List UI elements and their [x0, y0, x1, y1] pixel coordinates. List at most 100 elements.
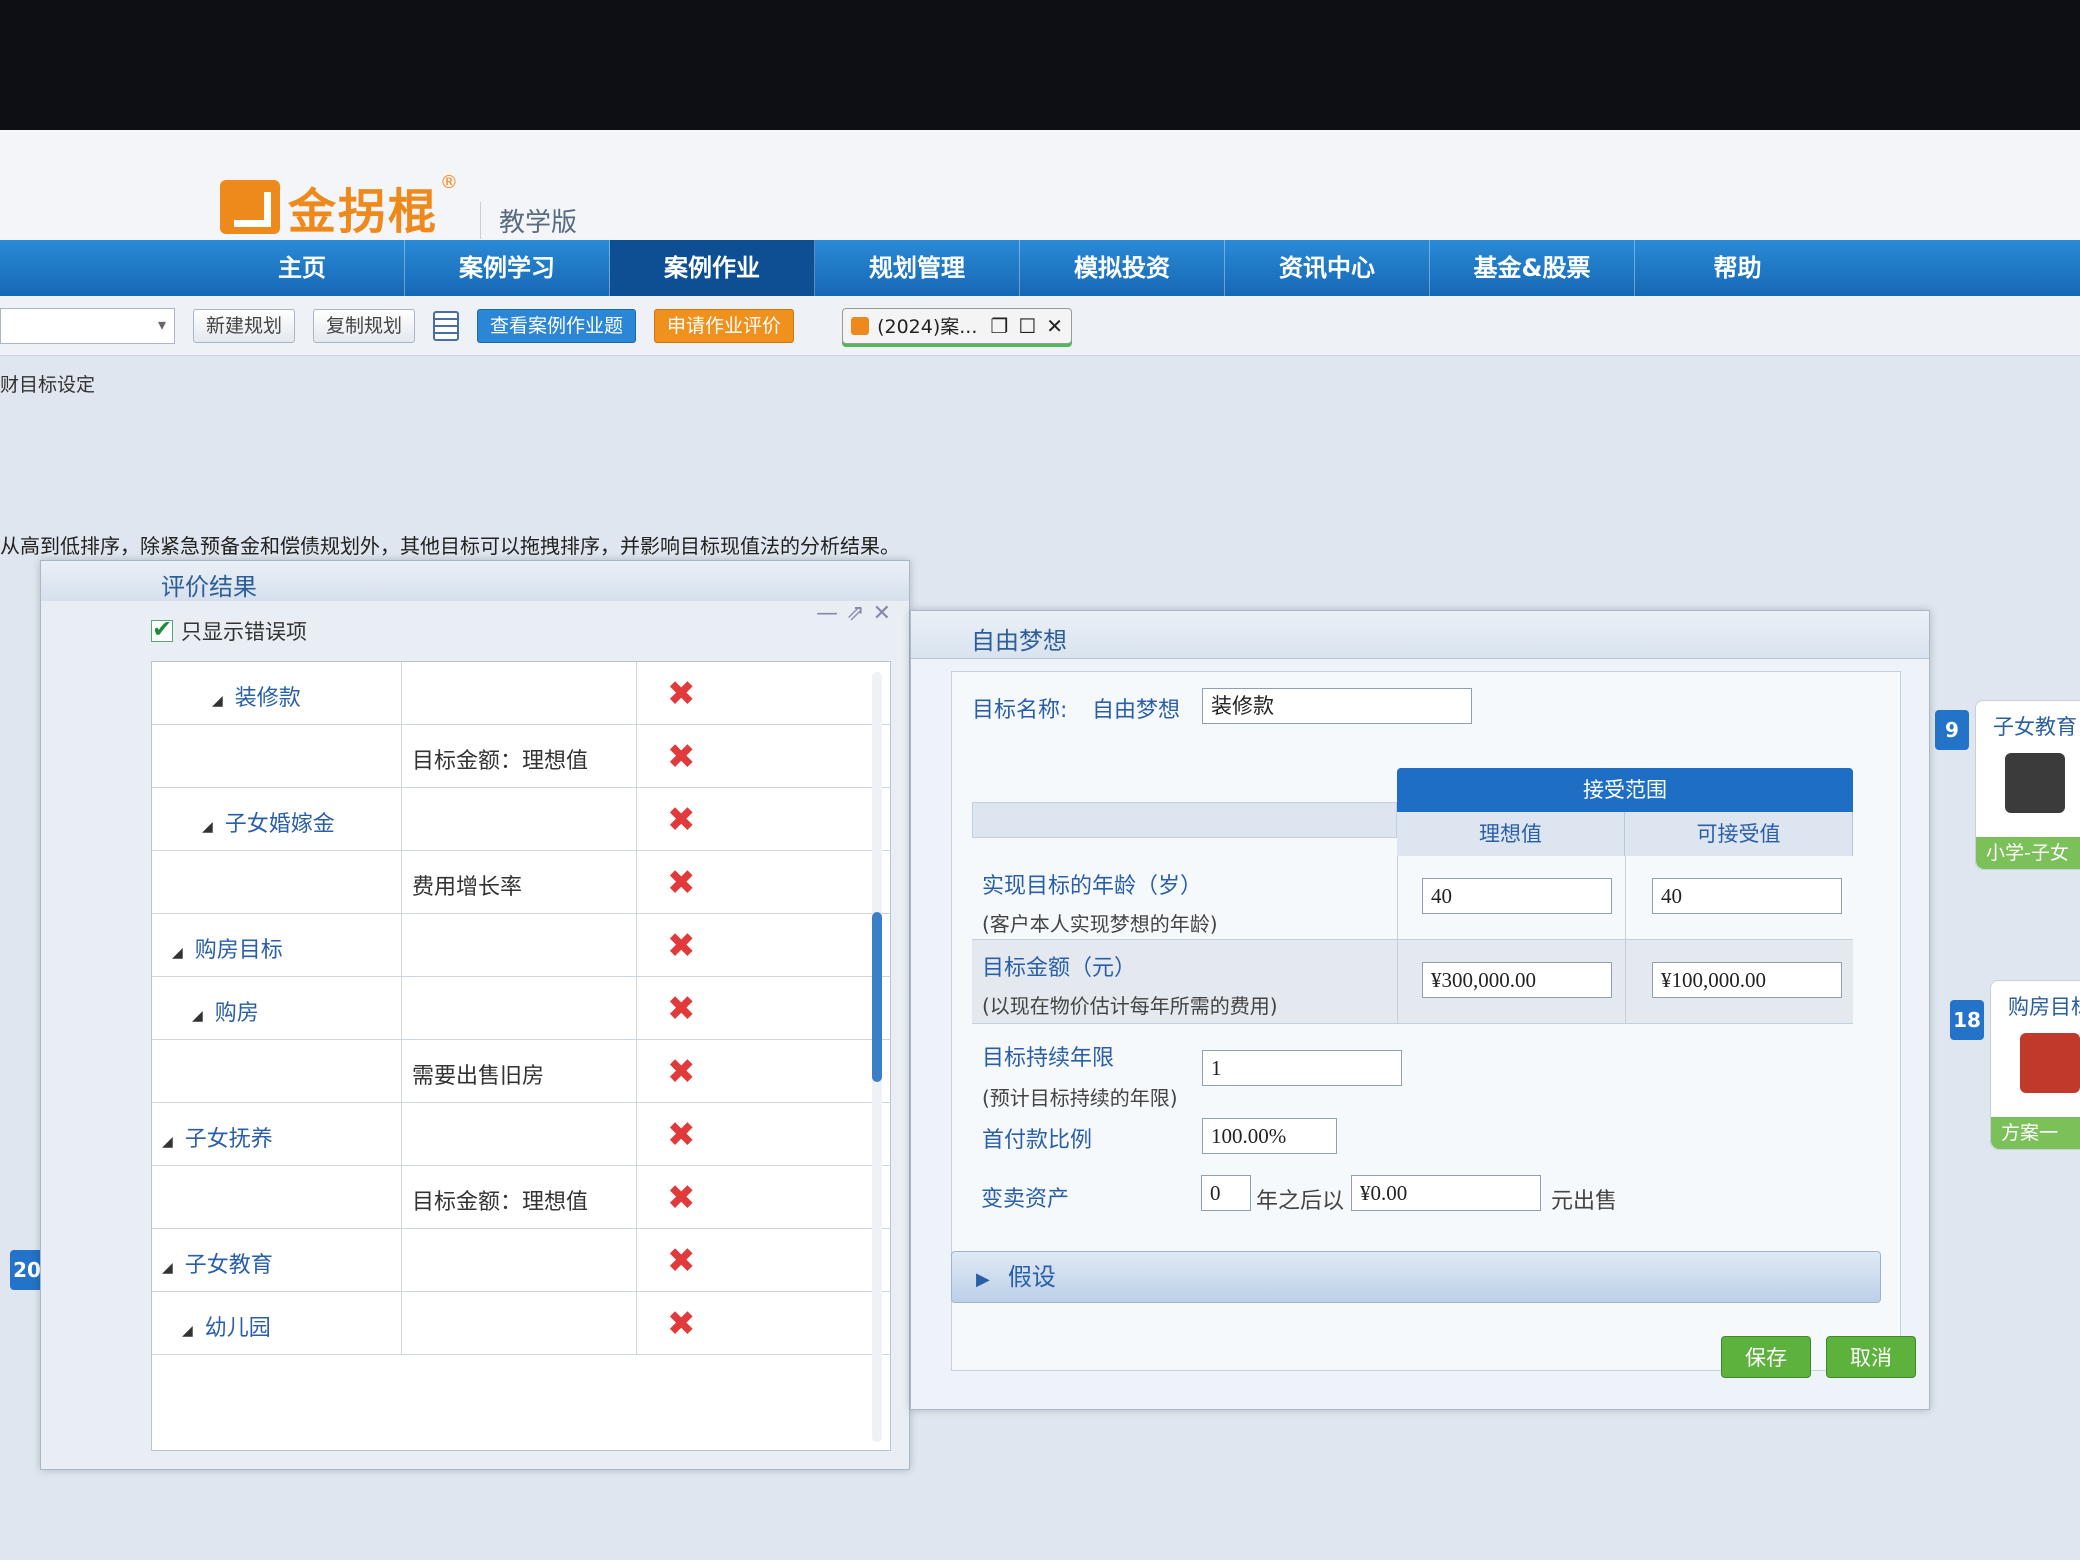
expand-triangle-icon[interactable]: ◢ — [162, 1260, 173, 1276]
tree-label: 装修款 — [234, 686, 301, 711]
error-mark-icon: ✖ — [667, 674, 696, 714]
panel-controls: —⇗✕ — [816, 601, 899, 626]
app-logo-icon — [851, 316, 870, 335]
only-errors-checkbox[interactable] — [151, 615, 173, 643]
table-row[interactable]: 需要出售旧房 ✖ — [152, 1040, 890, 1103]
item-cell — [402, 1229, 637, 1291]
window-controls: ❐ ☐ ✕ — [990, 314, 1063, 338]
only-errors-label: 只显示错误项 — [181, 620, 307, 644]
expand-triangle-icon[interactable]: ◢ — [202, 819, 213, 835]
nav-help[interactable]: 帮助 — [1635, 240, 1840, 296]
expand-triangle-icon[interactable]: ◢ — [172, 945, 183, 961]
sell-years-input[interactable]: 0 — [1201, 1175, 1251, 1211]
goal-name-prefix: 自由梦想 — [1092, 698, 1181, 723]
goal-card-foot: 小学-子女 — [1976, 837, 2080, 869]
tree-label: 购房目标 — [194, 938, 283, 963]
sell-amount-input[interactable]: ¥0.00 — [1351, 1175, 1541, 1211]
error-mark-icon: ✖ — [667, 1178, 696, 1218]
edition-label: 教学版 — [480, 202, 577, 239]
close-icon[interactable]: ✕ — [1046, 314, 1063, 338]
nav-home[interactable]: 主页 — [200, 240, 405, 296]
goal-card-title: 子女教育 — [1993, 715, 2077, 739]
table-row[interactable]: ◢ 购房目标 ✖ — [152, 914, 890, 977]
plan-select[interactable] — [0, 307, 175, 344]
table-row[interactable]: 目标金额：理想值 ✖ — [152, 725, 890, 788]
taskbar-window-tab[interactable]: (2024)案... ❐ ☐ ✕ — [842, 307, 1073, 344]
ideal-column-header: 理想值 — [1397, 812, 1625, 856]
age-ideal-input[interactable]: 40 — [1422, 878, 1612, 914]
tree-label: 购房 — [214, 1001, 259, 1026]
dialog-title: 自由梦想 — [971, 627, 1067, 655]
tree-cell: ◢ 装修款 — [152, 662, 402, 724]
table-row[interactable]: ◢ 子女婚嫁金 ✖ — [152, 788, 890, 851]
table-row[interactable]: ◢ 购房 ✖ — [152, 977, 890, 1040]
close-icon[interactable]: ✕ — [873, 601, 899, 626]
table-row[interactable]: 目标金额：理想值 ✖ — [152, 1166, 890, 1229]
age-acceptable-input[interactable]: 40 — [1652, 878, 1842, 914]
tree-cell: ◢ 子女教育 — [152, 1229, 402, 1291]
house-icon — [2020, 1033, 2080, 1093]
only-errors-toggle[interactable]: 只显示错误项 — [151, 615, 307, 646]
duration-stepper[interactable]: 1 — [1202, 1050, 1402, 1086]
save-button[interactable]: 保存 — [1721, 1336, 1811, 1378]
expand-triangle-icon[interactable]: ◢ — [192, 1008, 203, 1024]
goal-badge-9[interactable]: 9 — [1935, 710, 1969, 750]
duration-label: 目标持续年限 — [982, 1046, 1115, 1071]
amount-acceptable-input[interactable]: ¥100,000.00 — [1652, 962, 1842, 998]
evaluation-panel-title: 评价结果 — [161, 573, 257, 601]
evaluation-panel-header: 评价结果 — [41, 561, 909, 601]
minimize-icon[interactable]: — — [816, 601, 846, 626]
tree-label: 幼儿园 — [204, 1316, 271, 1341]
apply-evaluation-button[interactable]: 申请作业评价 — [654, 308, 795, 343]
logo-mark-icon — [220, 180, 280, 234]
tree-cell — [152, 1166, 402, 1228]
goal-badge-20[interactable]: 20 — [10, 1250, 44, 1290]
expand-triangle-icon[interactable]: ◢ — [162, 1134, 173, 1150]
item-cell — [402, 914, 637, 976]
item-cell — [402, 788, 637, 850]
down-payment-input[interactable]: 100.00% — [1202, 1118, 1337, 1154]
goal-card-child-education[interactable]: 子女教育 小学-子女 — [1975, 700, 2080, 870]
grid-divider — [1625, 856, 1626, 940]
maximize-icon[interactable]: ☐ — [1018, 314, 1036, 338]
error-mark-icon: ✖ — [667, 737, 696, 777]
view-assignment-button[interactable]: 查看案例作业题 — [477, 308, 637, 343]
brand-logo[interactable]: 金拐棍 ® — [220, 172, 458, 242]
breadcrumb: 财目标设定 — [0, 374, 96, 396]
table-row[interactable]: ◢ 幼儿园 ✖ — [152, 1292, 890, 1355]
table-row[interactable]: 费用增长率 ✖ — [152, 851, 890, 914]
nav-simulated-investment[interactable]: 模拟投资 — [1020, 240, 1225, 296]
amount-ideal-input[interactable]: ¥300,000.00 — [1422, 962, 1612, 998]
tree-label: 子女婚嫁金 — [224, 812, 335, 837]
goal-name-input[interactable]: 装修款 — [1202, 688, 1472, 724]
expand-triangle-icon[interactable]: ◢ — [212, 693, 223, 709]
error-mark-icon: ✖ — [667, 800, 696, 840]
new-plan-button[interactable]: 新建规划 — [193, 308, 296, 343]
popout-icon[interactable]: ⇗ — [846, 601, 872, 626]
item-cell: 目标金额：理想值 — [402, 1166, 637, 1228]
toolbar: 新建规划 复制规划 查看案例作业题 申请作业评价 (2024)案... ❐ ☐ … — [0, 296, 2080, 356]
goal-badge-18[interactable]: 18 — [1950, 1000, 1984, 1040]
scrollbar-thumb[interactable] — [872, 912, 882, 1082]
table-row[interactable]: ◢ 子女抚养 ✖ — [152, 1103, 890, 1166]
nav-news-center[interactable]: 资讯中心 — [1225, 240, 1430, 296]
calculator-icon[interactable] — [433, 310, 460, 341]
error-mark-icon: ✖ — [667, 1241, 696, 1281]
app-screen: 金拐棍 ® 教学版 客服 购买 👤 — ⊠ 主页 案例学习 案例作业 规划管理 … — [0, 130, 2080, 1560]
copy-plan-button[interactable]: 复制规划 — [313, 308, 416, 343]
nav-case-assignment[interactable]: 案例作业 — [610, 240, 815, 296]
nav-plan-management[interactable]: 规划管理 — [815, 240, 1020, 296]
expand-triangle-icon[interactable]: ◢ — [182, 1323, 193, 1339]
table-row[interactable]: ◢ 子女教育 ✖ — [152, 1229, 890, 1292]
sell-mid-text: 年之后以 — [1256, 1189, 1345, 1214]
table-row[interactable]: ◢ 装修款 ✖ — [152, 662, 890, 725]
restore-icon[interactable]: ❐ — [990, 314, 1008, 338]
nav-funds-stocks[interactable]: 基金&股票 — [1430, 240, 1635, 296]
tree-label: 子女抚养 — [184, 1127, 273, 1152]
tree-cell — [152, 851, 402, 913]
goal-card-house[interactable]: 购房目标 方案一 — [1990, 980, 2080, 1150]
cancel-button[interactable]: 取消 — [1826, 1336, 1916, 1378]
nav-case-study[interactable]: 案例学习 — [405, 240, 610, 296]
assumption-section-toggle[interactable]: ▶ 假设 — [951, 1251, 1881, 1303]
evaluation-scrollbar[interactable] — [872, 672, 882, 1442]
